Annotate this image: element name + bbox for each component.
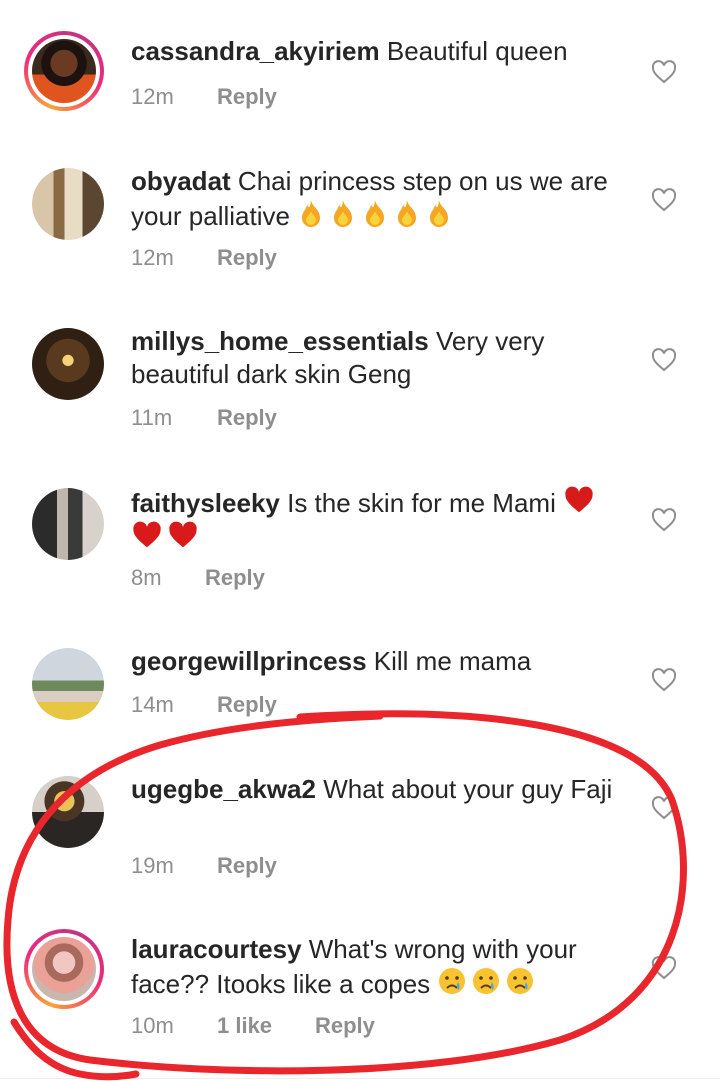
crying-emojis [437,968,539,999]
heart-icon[interactable] [651,668,677,692]
heart-icon[interactable] [651,796,677,820]
heart-icon[interactable] [651,188,677,212]
comment-meta: 12m Reply [131,84,277,110]
timestamp: 14m [131,692,174,717]
fire-icon [398,200,417,227]
avatar[interactable] [24,31,104,111]
comment-meta: 11m Reply [131,405,277,431]
comment-text: millys_home_essentials Very very beautif… [131,326,545,389]
timestamp: 8m [131,565,162,590]
reply-button[interactable]: Reply [205,565,265,591]
username[interactable]: obyadat [131,166,231,196]
username[interactable]: ugegbe_akwa2 [131,774,316,804]
avatar[interactable] [32,648,104,720]
username[interactable]: georgewillprincess [131,646,367,676]
avatar[interactable] [32,776,104,848]
crying-face-icon [439,968,466,994]
heart-icon[interactable] [651,508,677,532]
comment-text: georgewillprincess Kill me mama [131,646,532,676]
comment-meta: 10m 1 like Reply [131,1013,375,1039]
avatar[interactable] [32,328,104,400]
reply-button[interactable]: Reply [217,692,277,718]
reply-button[interactable]: Reply [217,405,277,431]
timestamp: 12m [131,84,174,109]
heart-icon[interactable] [651,60,677,84]
comment-meta: 14m Reply [131,692,277,718]
timestamp: 10m [131,1013,174,1038]
avatar[interactable] [32,488,104,560]
avatar[interactable] [24,929,104,1009]
reply-button[interactable]: Reply [315,1013,375,1039]
avatar[interactable] [32,168,104,240]
heart-icon[interactable] [651,956,677,980]
comment-text: faithysleeky Is the skin for me Mami [131,485,621,555]
comment-meta: 8m Reply [131,565,265,591]
crying-face-icon [507,968,534,994]
timestamp: 11m [131,405,173,430]
red-heart-icon [133,521,161,548]
comment-text: lauracourtesy What's wrong with your fac… [131,934,577,999]
reply-button[interactable]: Reply [217,853,277,879]
fire-icon [366,200,385,227]
comment-meta: 12m Reply [131,245,277,271]
crying-face-icon [473,968,500,994]
username[interactable]: cassandra_akyiriem [131,36,380,66]
heart-icon[interactable] [651,348,677,372]
comment-text: ugegbe_akwa2 What about your guy Faji [131,774,613,804]
fire-emojis [297,200,457,231]
likes-count[interactable]: 1 like [217,1013,315,1039]
comment-meta: 19m Reply [131,853,277,879]
fire-icon [302,200,321,227]
red-heart-icon [565,486,593,513]
comment-text: cassandra_akyiriem Beautiful queen [131,36,568,66]
username[interactable]: lauracourtesy [131,934,302,964]
comment-text: obyadat Chai princess step on us we are … [131,166,608,231]
fire-icon [430,200,449,227]
fire-icon [334,200,353,227]
red-heart-icon [169,521,197,548]
divider [0,1078,720,1079]
username[interactable]: millys_home_essentials [131,326,429,356]
reply-button[interactable]: Reply [217,245,277,271]
timestamp: 12m [131,245,174,270]
timestamp: 19m [131,853,174,878]
reply-button[interactable]: Reply [217,84,277,110]
username[interactable]: faithysleeky [131,488,280,518]
